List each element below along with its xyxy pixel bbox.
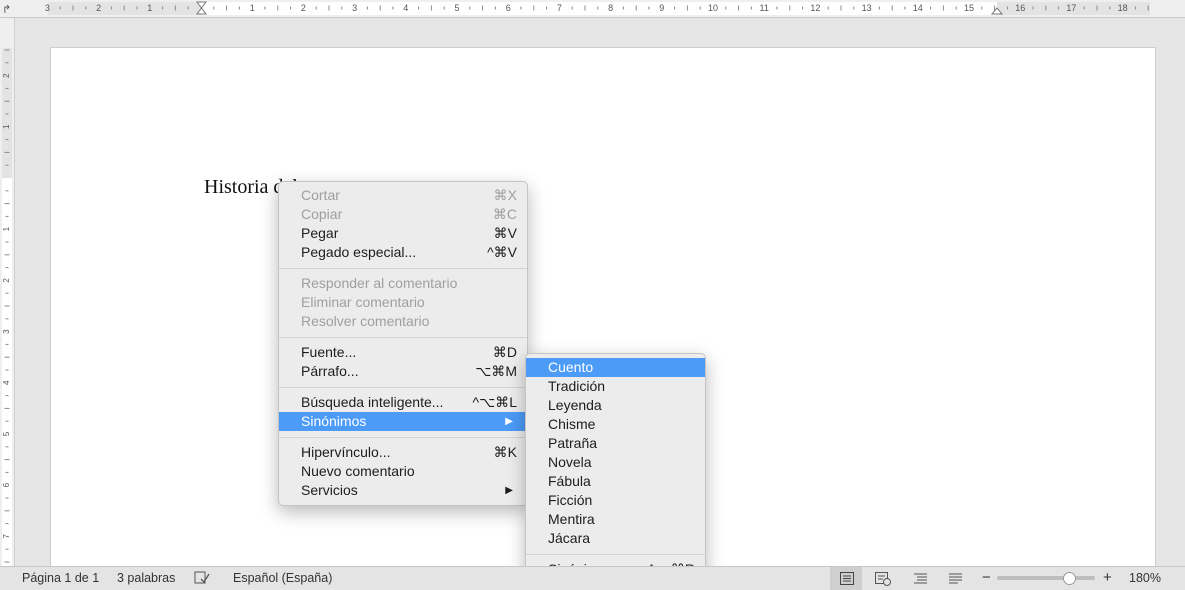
- synonym-item[interactable]: Cuento: [526, 358, 705, 377]
- svg-text:↱: ↱: [2, 3, 11, 16]
- ruler-label: 1: [250, 3, 255, 13]
- menu-separator: [279, 437, 527, 438]
- menu-separator: [279, 268, 527, 269]
- ruler-label: 1: [2, 124, 11, 129]
- horizontal-ruler[interactable]: ↱ 3 2 1 1 2 3 4 5 6 7 8 9 10 11 12 13 14 15 16 17 18: [0, 0, 1185, 18]
- menu-item-reply-comment[interactable]: Responder al comentario: [279, 274, 527, 293]
- ruler-label: 6: [2, 482, 11, 487]
- synonym-item[interactable]: Fábula: [526, 472, 705, 491]
- menu-item-delete-comment[interactable]: Eliminar comentario: [279, 293, 527, 312]
- ruler-label: 2: [2, 73, 11, 78]
- proofing-icon[interactable]: [194, 571, 210, 588]
- synonym-item[interactable]: Mentira: [526, 510, 705, 529]
- ruler-label: 1: [2, 226, 11, 231]
- synonym-item[interactable]: Chisme: [526, 415, 705, 434]
- vertical-ruler[interactable]: 2 1 1 2 3 4 5 6 7: [0, 18, 15, 566]
- ruler-label: 15: [964, 3, 974, 13]
- zoom-level[interactable]: 180%: [1129, 571, 1161, 585]
- first-line-indent-marker: [196, 1, 207, 9]
- menu-separator: [279, 387, 527, 388]
- synonym-item[interactable]: Novela: [526, 453, 705, 472]
- language-indicator[interactable]: Español (España): [233, 571, 332, 585]
- ruler-label: 2: [2, 278, 11, 283]
- print-layout-view-icon[interactable]: [840, 572, 854, 588]
- ruler-label: 4: [403, 3, 408, 13]
- zoom-out-button[interactable]: −: [982, 569, 991, 586]
- zoom-in-button[interactable]: +: [1103, 569, 1112, 586]
- vertical-ruler-ticks: 2 1 1 2 3 4 5 6 7: [2, 49, 11, 563]
- menu-item-new-comment[interactable]: Nuevo comentario: [279, 462, 527, 481]
- ruler-label: 1: [147, 3, 152, 13]
- menu-item-paragraph[interactable]: Párrafo... ⌥⌘M: [279, 362, 527, 381]
- ruler-label: 2: [96, 3, 101, 13]
- menu-item-copy[interactable]: Copiar ⌘C: [279, 205, 527, 224]
- web-layout-view-icon[interactable]: [875, 572, 891, 589]
- ruler-label: 2: [301, 3, 306, 13]
- submenu-arrow-icon: ▶: [505, 416, 513, 427]
- synonyms-submenu: Cuento Tradición Leyenda Chisme Patraña …: [525, 353, 706, 584]
- synonym-item[interactable]: Patraña: [526, 434, 705, 453]
- ruler-label: 7: [2, 534, 11, 539]
- draft-view-icon[interactable]: [948, 572, 963, 588]
- menu-separator: [279, 337, 527, 338]
- status-bar: Página 1 de 1 3 palabras Español (España…: [0, 566, 1185, 590]
- menu-item-paste[interactable]: Pegar ⌘V: [279, 224, 527, 243]
- ruler-label: 9: [659, 3, 664, 13]
- ruler-label: 5: [2, 431, 11, 436]
- hanging-indent-marker: [196, 7, 207, 15]
- right-indent-marker: [990, 7, 1004, 15]
- synonym-item[interactable]: Ficción: [526, 491, 705, 510]
- ruler-label: 3: [45, 3, 50, 13]
- ruler-label: 5: [454, 3, 459, 13]
- zoom-slider-track[interactable]: [997, 572, 1095, 585]
- synonym-item[interactable]: Jácara: [526, 529, 705, 548]
- menu-separator: [526, 554, 705, 555]
- ruler-label: 6: [506, 3, 511, 13]
- ruler-label: 10: [708, 3, 718, 13]
- ruler-label: 12: [810, 3, 820, 13]
- ruler-label: 16: [1015, 3, 1025, 13]
- ruler-label: 14: [913, 3, 923, 13]
- outline-view-icon[interactable]: [913, 572, 928, 588]
- menu-item-smart-lookup[interactable]: Búsqueda inteligente... ^⌥⌘L: [279, 393, 527, 412]
- ruler-ticks: ↱ 3 2 1 1 2 3 4 5 6 7 8 9 10 11 12 13 14 15 16 17 18: [2, 1, 1149, 16]
- menu-item-cut[interactable]: Cortar ⌘X: [279, 186, 527, 205]
- synonym-item[interactable]: Leyenda: [526, 396, 705, 415]
- word-count[interactable]: 3 palabras: [117, 571, 175, 585]
- menu-item-paste-special[interactable]: Pegado especial... ^⌘V: [279, 243, 527, 262]
- ruler-label: 8: [608, 3, 613, 13]
- menu-item-hyperlink[interactable]: Hipervínculo... ⌘K: [279, 443, 527, 462]
- ruler-label: 7: [557, 3, 562, 13]
- ruler-label: 11: [760, 3, 769, 13]
- ruler-label: 3: [352, 3, 357, 13]
- submenu-arrow-icon: ▶: [505, 485, 513, 496]
- zoom-slider-thumb[interactable]: [1063, 572, 1077, 585]
- ruler-label: 3: [2, 329, 11, 334]
- page-count[interactable]: Página 1 de 1: [22, 571, 99, 585]
- menu-item-services[interactable]: Servicios ▶: [279, 481, 527, 500]
- ruler-label: 17: [1066, 3, 1076, 13]
- ruler-label: 13: [862, 3, 872, 13]
- context-menu: Cortar ⌘X Copiar ⌘C Pegar ⌘V Pegado especia…: [278, 181, 528, 506]
- menu-item-synonyms[interactable]: Sinónimos ▶: [279, 412, 527, 431]
- menu-item-resolve-comment[interactable]: Resolver comentario: [279, 312, 527, 331]
- menu-item-font[interactable]: Fuente... ⌘D: [279, 343, 527, 362]
- ruler-label: 18: [1118, 3, 1128, 13]
- ruler-label: 4: [2, 380, 11, 385]
- synonym-item[interactable]: Tradición: [526, 377, 705, 396]
